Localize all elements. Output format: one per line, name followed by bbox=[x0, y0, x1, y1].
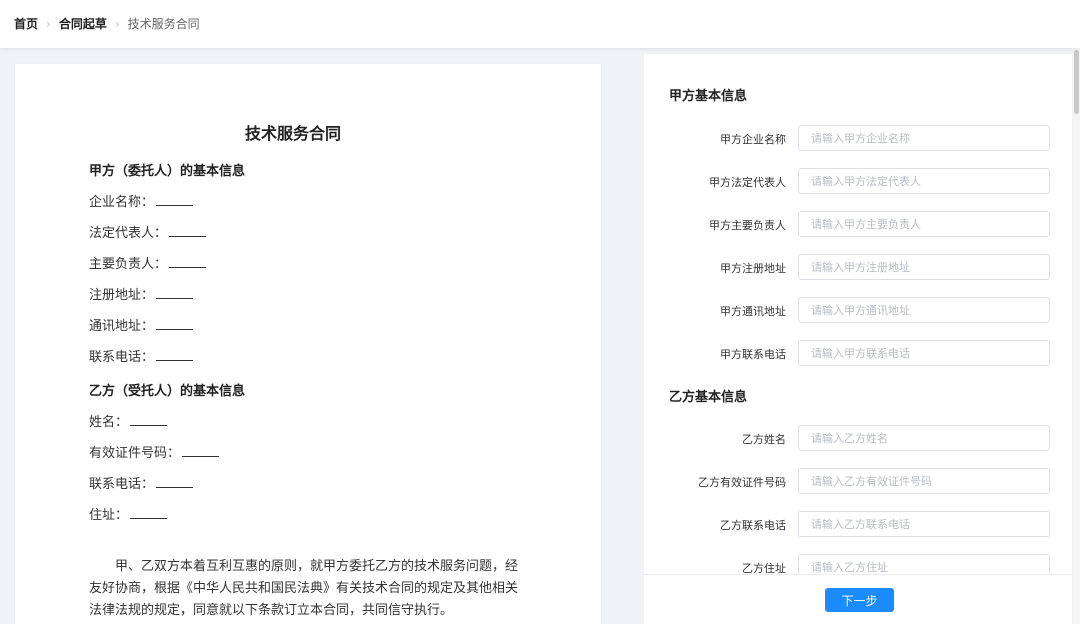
party-a-phone-input[interactable] bbox=[798, 340, 1050, 366]
field-label: 乙方有效证件号码 bbox=[698, 476, 786, 489]
party-b-line: 住址： bbox=[89, 504, 168, 523]
top-bar: 首页 › 合同起草 › 技术服务合同 bbox=[0, 0, 1080, 48]
party-a-line: 联系电话： bbox=[89, 346, 194, 365]
party-a-line: 主要负责人： bbox=[89, 253, 207, 272]
party-b-name-input[interactable] bbox=[798, 425, 1050, 451]
next-step-button[interactable]: 下一步 bbox=[825, 588, 894, 612]
field-label: 甲方注册地址 bbox=[720, 262, 786, 275]
party-b-line: 联系电话： bbox=[89, 473, 194, 492]
field-label: 甲方企业名称 bbox=[720, 133, 786, 146]
party-b-phone-input[interactable] bbox=[798, 511, 1050, 537]
field-label: 甲方法定代表人 bbox=[709, 176, 786, 189]
party-a-heading: 甲方（委托人）的基本信息 bbox=[89, 164, 246, 179]
party-b-line: 有效证件号码： bbox=[89, 442, 220, 461]
party-a-legal-rep-input[interactable] bbox=[798, 168, 1050, 194]
party-a-line: 法定代表人： bbox=[89, 222, 207, 241]
party-b-heading: 乙方（受托人）的基本信息 bbox=[89, 384, 246, 399]
chevron-right-icon: › bbox=[46, 17, 51, 31]
breadcrumb-current: 技术服务合同 bbox=[127, 17, 200, 31]
scrollbar-thumb[interactable] bbox=[1074, 50, 1079, 114]
party-a-line: 企业名称： bbox=[89, 191, 194, 210]
party-a-company-name-input[interactable] bbox=[798, 125, 1050, 151]
chevron-right-icon: › bbox=[114, 17, 120, 31]
party-a-principal-input[interactable] bbox=[798, 211, 1050, 237]
field-label: 甲方通讯地址 bbox=[720, 305, 786, 318]
party-b-line: 姓名： bbox=[89, 411, 168, 430]
scrollbar-track[interactable] bbox=[1073, 48, 1080, 624]
field-label: 乙方姓名 bbox=[742, 433, 786, 446]
breadcrumb-draft[interactable]: 合同起草 bbox=[59, 16, 107, 32]
contract-title: 技术服务合同 bbox=[244, 124, 341, 143]
party-a-line: 注册地址： bbox=[89, 284, 194, 303]
party-b-id-number-input[interactable] bbox=[798, 468, 1050, 494]
field-label: 乙方联系电话 bbox=[720, 519, 786, 532]
contract-preamble: 甲、乙双方本着互利互惠的原则，就甲方委托乙方的技术服务问题，经友好协商，根据《中… bbox=[89, 559, 519, 618]
field-label: 甲方联系电话 bbox=[720, 348, 786, 361]
party-a-mailing-address-input[interactable] bbox=[798, 297, 1050, 323]
party-a-form-heading: 甲方基本信息 bbox=[669, 89, 748, 104]
party-b-form-heading: 乙方基本信息 bbox=[669, 390, 748, 405]
party-a-registered-address-input[interactable] bbox=[798, 254, 1050, 280]
field-label: 甲方主要负责人 bbox=[709, 219, 786, 232]
party-a-line: 通讯地址： bbox=[89, 315, 194, 334]
contract-preview bbox=[15, 64, 601, 624]
breadcrumb-home[interactable]: 首页 bbox=[14, 16, 38, 32]
